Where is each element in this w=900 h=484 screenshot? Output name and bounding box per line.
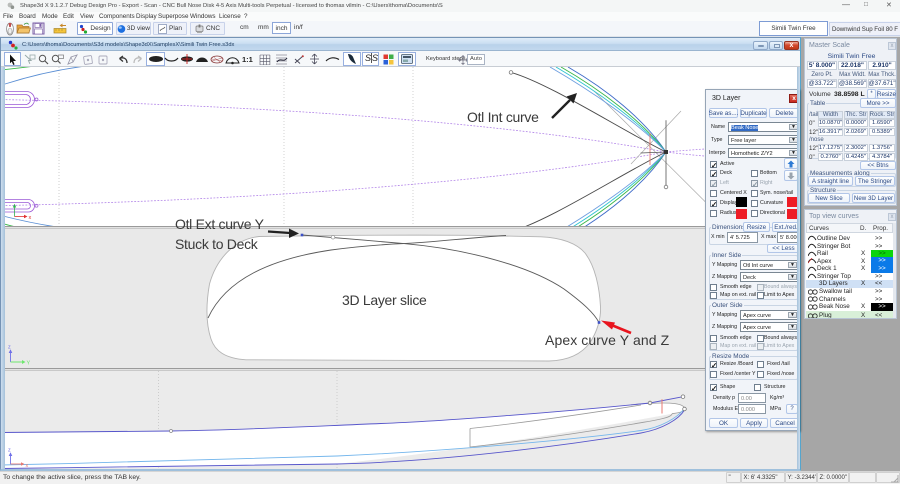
svg-text:z: z [8,345,11,351]
svg-text:z: z [8,448,11,454]
svg-text:Y: Y [27,361,31,367]
svg-text:x: x [29,215,32,221]
svg-text:x: x [26,463,29,469]
